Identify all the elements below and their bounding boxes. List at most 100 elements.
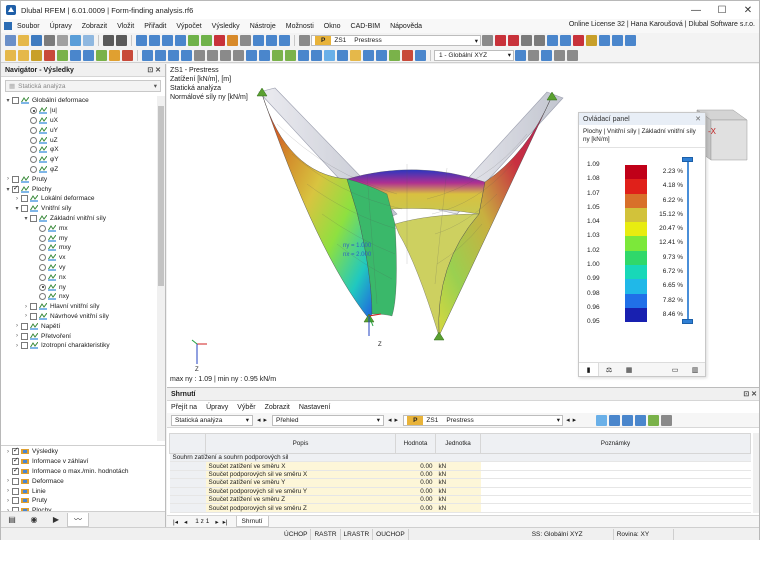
checkbox[interactable] [21, 195, 28, 203]
expand-toggle-icon[interactable]: › [13, 323, 21, 329]
tree-item[interactable]: › Lokální deformace [1, 194, 157, 204]
view-grid-icon[interactable] [136, 35, 147, 46]
checkbox[interactable] [30, 303, 37, 311]
zoom-window-icon[interactable] [155, 49, 166, 61]
menu-vypocet[interactable]: Výpočet [171, 23, 206, 30]
scrollbar-thumb[interactable] [158, 106, 164, 286]
grid-icon[interactable] [541, 49, 552, 61]
cell-value[interactable]: 0.00 [395, 487, 436, 496]
tree-item[interactable]: mx [1, 223, 157, 233]
last-page-icon[interactable]: ▸| [223, 518, 228, 526]
radio-button[interactable] [30, 136, 37, 144]
cell-unit[interactable]: kN [435, 461, 481, 471]
table-row[interactable]: Součet podporových sil ve směru Y 0.00 kN [169, 487, 751, 496]
tree-item[interactable]: uY [1, 125, 157, 135]
cell-unit[interactable]: kN [435, 470, 481, 480]
guideline-icon[interactable] [567, 49, 578, 61]
summary-loadcase-combo[interactable]: P ZS1 Prestress ▾ [403, 414, 564, 426]
next-icon[interactable]: ▸ [573, 416, 577, 424]
redo-icon[interactable] [116, 35, 127, 46]
cell-value[interactable]: 0.00 [395, 495, 436, 505]
snap-ouchop-toggle[interactable]: OUCHOP [373, 528, 409, 540]
tree-item[interactable]: φY [1, 155, 157, 165]
view-navigator-icon[interactable] [162, 35, 173, 46]
results-display-icon[interactable] [324, 49, 335, 61]
menu-nastroje[interactable]: Nástroje [245, 23, 281, 30]
render-icon[interactable] [253, 35, 264, 46]
minimize-button[interactable]: — [683, 1, 709, 19]
menu-cad-bim[interactable]: CAD-BIM [346, 23, 386, 30]
close-icon[interactable]: ✕ [695, 115, 701, 123]
display-option-item[interactable]: Informace v záhlaví [1, 456, 165, 467]
table-row[interactable]: Součet podporových sil ve směru X 0.00 kN [169, 470, 751, 480]
tree-item[interactable]: uZ [1, 135, 157, 145]
printout-icon[interactable] [415, 49, 426, 61]
cell-unit[interactable]: kN [435, 487, 481, 496]
row-header-cell[interactable] [169, 478, 206, 488]
cell-value[interactable]: 0.00 [395, 478, 436, 488]
menu-priradit[interactable]: Přiřadit [139, 23, 171, 30]
calculate-all-icon[interactable] [201, 35, 212, 46]
display-option-item[interactable]: › Linie [1, 486, 165, 496]
tab-display-icon[interactable]: ◉ [23, 513, 45, 527]
cell-note[interactable] [480, 487, 751, 496]
extremes-icon[interactable] [402, 49, 413, 61]
lc-view-icon[interactable] [547, 35, 558, 46]
snap-lrastr-toggle[interactable]: LRASTR [341, 528, 374, 540]
panel-pin-close-icon[interactable]: ⊡ ✕ [147, 66, 161, 74]
clip-icon[interactable] [311, 49, 322, 61]
cut-icon[interactable] [57, 35, 68, 46]
expand-toggle-icon[interactable]: › [4, 478, 12, 484]
menu-zobrazit[interactable]: Zobrazit [77, 23, 112, 30]
calculate-icon[interactable] [188, 35, 199, 46]
checkbox[interactable] [12, 97, 19, 105]
isolines-icon[interactable] [350, 49, 361, 61]
line-icon[interactable] [31, 49, 42, 61]
checkbox[interactable] [21, 342, 28, 350]
tab-data-icon[interactable]: ▤ [1, 513, 23, 527]
cell-unit[interactable]: kN [435, 478, 481, 488]
tree-item[interactable]: ▾ Základní vnitřní síly [1, 214, 157, 224]
tree-item[interactable]: |u| [1, 106, 157, 116]
snap-rastr-toggle[interactable]: RASTR [311, 528, 341, 540]
filter-icon[interactable] [389, 49, 400, 61]
expand-toggle-icon[interactable]: ▾ [13, 205, 21, 212]
table-print-icon[interactable] [635, 414, 647, 426]
lc-flag-icon[interactable] [599, 35, 610, 46]
cell-value[interactable]: 0.00 [395, 503, 436, 513]
row-header-cell[interactable] [169, 503, 206, 513]
table-excel-icon[interactable] [648, 414, 660, 426]
cell-note[interactable] [480, 461, 751, 471]
expand-toggle-icon[interactable]: › [13, 196, 21, 202]
expand-toggle-icon[interactable]: › [4, 488, 12, 494]
legend-slider-bottom-handle[interactable] [682, 319, 693, 324]
menu-vlozit[interactable]: Vložit [112, 23, 139, 30]
cell-value[interactable]: 0.00 [395, 470, 436, 480]
undo-icon[interactable] [103, 35, 114, 46]
cell-description[interactable]: Součet zatížení ve směru Y [205, 478, 396, 488]
tree-item[interactable]: ▾ Vnitřní síly [1, 204, 157, 214]
table-export-icon[interactable] [622, 414, 634, 426]
checkbox[interactable] [12, 446, 19, 456]
overview-combo[interactable]: Přehled ▾ [272, 414, 385, 426]
row-header-cell[interactable] [169, 487, 206, 496]
radio-button[interactable] [39, 293, 46, 301]
tree-item[interactable]: › Napětí [1, 321, 157, 331]
radio-button[interactable] [39, 263, 46, 271]
checkbox[interactable] [12, 456, 19, 466]
lc-tools-icon[interactable] [521, 35, 532, 46]
menu-okno[interactable]: Okno [319, 23, 346, 30]
first-page-icon[interactable]: |◂ [173, 518, 178, 526]
expand-toggle-icon[interactable]: ▾ [4, 97, 12, 104]
radio-button[interactable] [39, 283, 46, 291]
transparent-icon[interactable] [285, 49, 296, 61]
summary-menu-view[interactable]: Zobrazit [265, 404, 290, 411]
tab-filter-icon[interactable]: ▦ [619, 363, 639, 376]
table-select-icon[interactable] [609, 414, 621, 426]
radio-button[interactable] [39, 224, 46, 232]
section-icon[interactable] [298, 49, 309, 61]
cell-note[interactable] [480, 495, 751, 505]
lc-filter-icon[interactable] [612, 35, 623, 46]
lc-delete-icon[interactable] [495, 35, 506, 46]
prev-icon[interactable]: ◂ [388, 416, 392, 424]
